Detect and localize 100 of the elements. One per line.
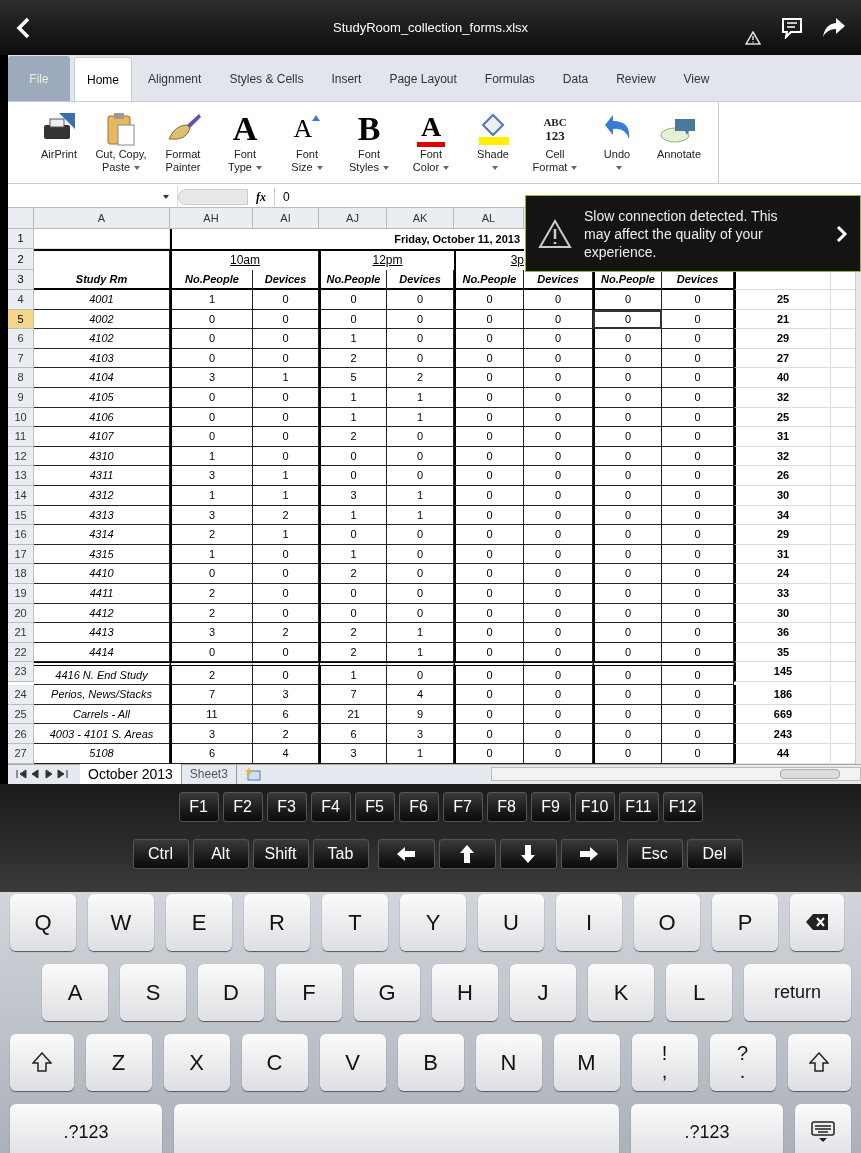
share-icon[interactable]	[823, 17, 845, 38]
column-header[interactable]: A	[34, 208, 170, 229]
column-header[interactable]: AI	[253, 208, 319, 229]
column-header[interactable]: AK	[387, 208, 454, 229]
shift-key[interactable]	[10, 1033, 74, 1091]
row-header[interactable]: 14	[8, 485, 34, 506]
row-header[interactable]: 17	[8, 544, 34, 565]
key[interactable]: U	[478, 893, 544, 951]
key[interactable]: A	[42, 963, 108, 1021]
key[interactable]: E	[166, 893, 232, 951]
key[interactable]: O	[634, 893, 700, 951]
key[interactable]: N	[475, 1033, 542, 1091]
arrow-key[interactable]	[560, 838, 618, 869]
sheet-tab[interactable]: October 2013	[80, 764, 182, 785]
ribbon-button[interactable]: Annotate	[648, 102, 710, 183]
row-header[interactable]: 24	[8, 685, 34, 705]
key[interactable]: R	[244, 893, 310, 951]
row-header[interactable]: 6	[8, 329, 34, 349]
notification-toast[interactable]: Slow connection detected. This may affect the quality of your experience.	[525, 195, 861, 272]
key[interactable]: H	[432, 963, 498, 1021]
ribbon-button[interactable]: Shade	[462, 102, 524, 183]
key[interactable]: J	[510, 963, 576, 1021]
ribbon-button[interactable]: ABC 123 Cell Format	[524, 102, 586, 183]
key[interactable]: T	[322, 893, 388, 951]
key[interactable]: C	[241, 1033, 308, 1091]
column-header[interactable]: AH	[170, 208, 253, 229]
comment-icon[interactable]	[781, 16, 803, 39]
ribbon-tab[interactable]: Page Layout	[377, 57, 469, 101]
key[interactable]: Esc	[626, 838, 683, 869]
warning-icon[interactable]	[745, 30, 761, 45]
ribbon-button[interactable]: Undo	[586, 102, 648, 183]
key[interactable]: M	[553, 1033, 620, 1091]
shift-key[interactable]	[787, 1033, 851, 1091]
hide-keyboard-key[interactable]	[795, 1103, 851, 1153]
row-header[interactable]: 25	[8, 704, 34, 725]
key[interactable]: F12	[662, 791, 703, 822]
numbers-key[interactable]: .?123	[631, 1103, 783, 1153]
key[interactable]: Tab	[312, 838, 369, 869]
row-header[interactable]: 11	[8, 427, 34, 447]
row-header[interactable]: 23	[8, 662, 34, 682]
ribbon-tab[interactable]: Insert	[319, 57, 374, 101]
key[interactable]: F8	[486, 791, 527, 822]
key[interactable]: Shift	[252, 838, 309, 869]
key[interactable]: Q	[10, 893, 76, 951]
row-header[interactable]: 21	[8, 623, 34, 643]
key[interactable]: Del	[686, 838, 743, 869]
row-header[interactable]: 2	[8, 249, 34, 270]
ribbon-tab[interactable]: Review	[604, 57, 668, 101]
ribbon-tab[interactable]: Styles & Cells	[217, 57, 316, 101]
row-header[interactable]: 8	[8, 368, 34, 388]
ribbon-button[interactable]: B Font Styles	[338, 102, 400, 183]
key[interactable]: B	[397, 1033, 464, 1091]
row-header[interactable]: 26	[8, 724, 34, 745]
back-icon[interactable]	[16, 16, 30, 39]
row-header[interactable]: 5	[8, 309, 34, 330]
key[interactable]: F3	[266, 791, 307, 822]
numbers-key[interactable]: .?123	[10, 1103, 162, 1153]
ribbon-tab[interactable]: View	[671, 57, 722, 101]
key[interactable]: Y	[400, 893, 466, 951]
ribbon-button[interactable]: Format Painter	[152, 102, 214, 183]
row-header[interactable]: 22	[8, 642, 34, 663]
ribbon-tab[interactable]: Home	[74, 57, 132, 101]
row-header[interactable]: 9	[8, 387, 34, 408]
key[interactable]: K	[588, 963, 654, 1021]
key[interactable]: W	[88, 893, 154, 951]
ribbon-tab[interactable]: Alignment	[136, 57, 214, 101]
ribbon-button[interactable]: Cut, Copy, Paste	[90, 102, 152, 183]
key[interactable]: F5	[354, 791, 395, 822]
row-header[interactable]: 16	[8, 525, 34, 545]
key[interactable]: F11	[618, 791, 659, 822]
row-header[interactable]: 12	[8, 446, 34, 467]
row-header[interactable]: 7	[8, 348, 34, 369]
row-header[interactable]: 27	[8, 744, 34, 764]
ribbon-button[interactable]: A Font Color	[400, 102, 462, 183]
horizontal-scrollbar[interactable]	[491, 767, 861, 782]
backspace-key[interactable]	[790, 893, 844, 951]
key[interactable]: P	[712, 893, 778, 951]
key[interactable]: L	[666, 963, 732, 1021]
key[interactable]: F10	[574, 791, 615, 822]
key[interactable]: X	[163, 1033, 230, 1091]
key[interactable]: F6	[398, 791, 439, 822]
ribbon-button[interactable]: A Font Type	[214, 102, 276, 183]
row-header[interactable]: 18	[8, 564, 34, 584]
key[interactable]: F4	[310, 791, 351, 822]
row-header[interactable]: 13	[8, 466, 34, 486]
key[interactable]: F7	[442, 791, 483, 822]
key[interactable]: I	[556, 893, 622, 951]
arrow-key[interactable]	[438, 838, 496, 869]
key[interactable]: D	[198, 963, 264, 1021]
ribbon-tab[interactable]: Data	[550, 57, 601, 101]
formula-toggle[interactable]	[178, 188, 248, 205]
key[interactable]: F9	[530, 791, 571, 822]
row-header[interactable]: 15	[8, 505, 34, 526]
row-header[interactable]: 10	[8, 407, 34, 428]
ribbon-button[interactable]: A Font Size	[276, 102, 338, 183]
row-header[interactable]: 1	[8, 229, 34, 249]
return-key[interactable]: return	[744, 963, 851, 1021]
key[interactable]: G	[354, 963, 420, 1021]
arrow-key[interactable]	[377, 838, 435, 869]
key[interactable]: F2	[222, 791, 263, 822]
